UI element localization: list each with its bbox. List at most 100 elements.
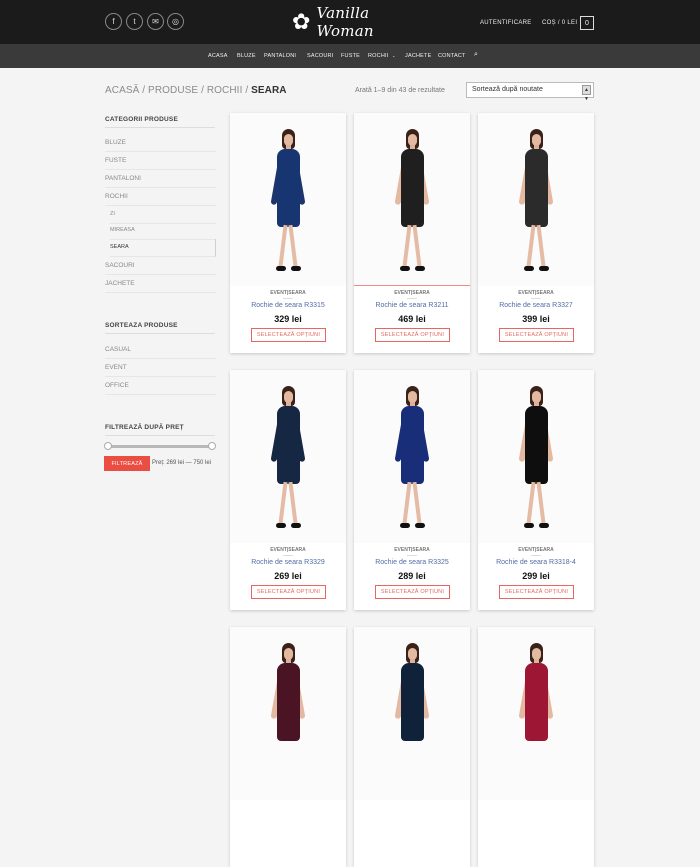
sidebar-sort-office[interactable]: OFFICE	[105, 377, 216, 395]
flower-logo-icon: ✿	[292, 9, 311, 34]
model-photo	[511, 386, 561, 536]
price-slider-min-handle[interactable]	[104, 442, 112, 450]
shoe	[415, 523, 425, 528]
sidebar-category-pantaloni[interactable]: PANTALONI	[105, 170, 216, 188]
model-leg	[402, 224, 412, 268]
sidebar-sort-casual[interactable]: CASUAL	[105, 341, 216, 359]
search-icon[interactable]: ⌕	[474, 51, 482, 59]
product-image[interactable]	[230, 113, 346, 286]
breadcrumb-separator: /	[198, 85, 207, 96]
select-options-button[interactable]: SELECTEAZĂ OPȚIUNI	[251, 328, 326, 342]
product-image[interactable]	[230, 627, 346, 800]
product-category[interactable]: EVENT|SEARA	[230, 547, 346, 553]
nav-jachete[interactable]: JACHETE	[405, 53, 431, 59]
sort-products-title: SORTEAZA PRODUSE	[105, 322, 178, 329]
price-slider-track	[107, 445, 214, 448]
price-range-text: Preț: 269 lei — 750 lei	[152, 460, 212, 466]
dress	[277, 663, 300, 741]
product-card[interactable]: EVENT|SEARA Rochie de seara R3318-4 299 …	[478, 370, 594, 610]
category-divider	[283, 555, 293, 556]
select-options-button[interactable]: SELECTEAZĂ OPȚIUNI	[375, 585, 450, 599]
product-image[interactable]	[354, 370, 470, 543]
select-options-button[interactable]: SELECTEAZĂ OPȚIUNI	[251, 585, 326, 599]
product-image[interactable]	[354, 627, 470, 800]
facebook-icon[interactable]: f	[105, 13, 122, 30]
dress	[401, 149, 424, 227]
select-options-button[interactable]: SELECTEAZĂ OPȚIUNI	[499, 328, 574, 342]
category-divider	[407, 555, 417, 556]
product-category[interactable]: EVENT|SEARA	[230, 290, 346, 296]
nav-bluze[interactable]: BLUZE	[237, 53, 256, 59]
sort-select[interactable]: Sortează după noutate ▲ ▼	[466, 82, 594, 102]
cart-count-box[interactable]: 0	[580, 16, 594, 30]
product-card[interactable]: EVENT|SEARA Rochie de seara R3211 469 le…	[354, 113, 470, 353]
select-options-button[interactable]: SELECTEAZĂ OPȚIUNI	[375, 328, 450, 342]
product-category[interactable]: EVENT|SEARA	[354, 290, 470, 296]
select-options-button[interactable]: SELECTEAZĂ OPȚIUNI	[499, 585, 574, 599]
dress	[277, 406, 300, 484]
product-name[interactable]: Rochie de seara R3327	[478, 302, 594, 309]
model-leg	[526, 481, 536, 525]
product-category[interactable]: EVENT|SEARA	[478, 547, 594, 553]
product-card[interactable]: EVENT|SEARA Rochie de seara R3329 269 le…	[230, 370, 346, 610]
price-slider[interactable]	[104, 442, 216, 450]
product-card[interactable]	[354, 627, 470, 867]
product-price: 399 lei	[522, 314, 550, 324]
nav-acasa[interactable]: ACASA	[208, 53, 228, 59]
sidebar-category-fuste[interactable]: FUSTE	[105, 152, 216, 170]
main-navigation: ACASA BLUZE PANTALONI SACOURI FUSTE ROCH…	[0, 44, 700, 68]
product-image[interactable]	[354, 113, 470, 286]
product-card[interactable]: EVENT|SEARA Rochie de seara R3325 289 le…	[354, 370, 470, 610]
shoe	[276, 523, 286, 528]
sidebar-subcategory-mireasa[interactable]: MIREASA	[110, 222, 216, 240]
product-name[interactable]: Rochie de seara R3325	[354, 559, 470, 566]
price-slider-max-handle[interactable]	[208, 442, 216, 450]
category-divider	[283, 298, 293, 299]
instagram-icon[interactable]: ◎	[167, 13, 184, 30]
nav-fuste[interactable]: FUSTE	[341, 53, 360, 59]
product-card[interactable]	[230, 627, 346, 867]
product-card[interactable]: EVENT|SEARA Rochie de seara R3315 329 le…	[230, 113, 346, 353]
site-logo[interactable]: ✿ Vanilla Woman	[292, 4, 412, 40]
product-category[interactable]: EVENT|SEARA	[354, 547, 470, 553]
nav-sacouri[interactable]: SACOURI	[307, 53, 333, 59]
product-image[interactable]	[478, 370, 594, 543]
sidebar-category-sacouri[interactable]: SACOURI	[105, 257, 216, 275]
login-link[interactable]: AUTENTIFICARE	[480, 20, 532, 26]
category-divider	[407, 298, 417, 299]
filter-price-button[interactable]: FILTREAZĂ	[104, 456, 150, 471]
dress	[525, 663, 548, 741]
product-price: 299 lei	[522, 571, 550, 581]
breadcrumb-category[interactable]: ROCHII	[207, 85, 243, 96]
breadcrumb: ACASĂ / PRODUSE / ROCHII / SEARA	[105, 85, 287, 96]
twitter-icon[interactable]: t	[126, 13, 143, 30]
product-name[interactable]: Rochie de seara R3329	[230, 559, 346, 566]
breadcrumb-products[interactable]: PRODUSE	[148, 85, 198, 96]
product-name[interactable]: Rochie de seara R3318-4	[478, 559, 594, 566]
product-card[interactable]: EVENT|SEARA Rochie de seara R3327 399 le…	[478, 113, 594, 353]
product-category[interactable]: EVENT|SEARA	[478, 290, 594, 296]
model-photo	[387, 386, 437, 536]
sidebar-category-jachete[interactable]: JACHETE	[105, 275, 216, 293]
product-name[interactable]: Rochie de seara R3211	[354, 302, 470, 309]
product-image[interactable]	[230, 370, 346, 543]
model-leg	[278, 481, 288, 525]
sidebar-subcategory-seara[interactable]: SEARA	[110, 239, 216, 257]
product-card[interactable]	[478, 627, 594, 867]
breadcrumb-home[interactable]: ACASĂ	[105, 85, 139, 96]
model-leg	[536, 224, 546, 268]
cart-link[interactable]: COȘ / 0 LEI	[542, 20, 577, 26]
nav-pantaloni[interactable]: PANTALONI	[264, 53, 296, 59]
email-icon[interactable]: ✉	[147, 13, 164, 30]
sort-dropdown-arrow-icon[interactable]: ▲ ▼	[582, 85, 591, 102]
product-image[interactable]	[478, 627, 594, 800]
sidebar-category-rochii[interactable]: ROCHII	[105, 188, 216, 206]
model-leg	[288, 224, 298, 268]
nav-contact[interactable]: CONTACT	[438, 53, 466, 59]
product-name[interactable]: Rochie de seara R3315	[230, 302, 346, 309]
product-image[interactable]	[478, 113, 594, 286]
model-photo	[511, 129, 561, 279]
sidebar-category-bluze[interactable]: BLUZE	[105, 134, 216, 152]
nav-rochii[interactable]: ROCHII	[368, 53, 388, 59]
sidebar-sort-event[interactable]: EVENT	[105, 359, 216, 377]
